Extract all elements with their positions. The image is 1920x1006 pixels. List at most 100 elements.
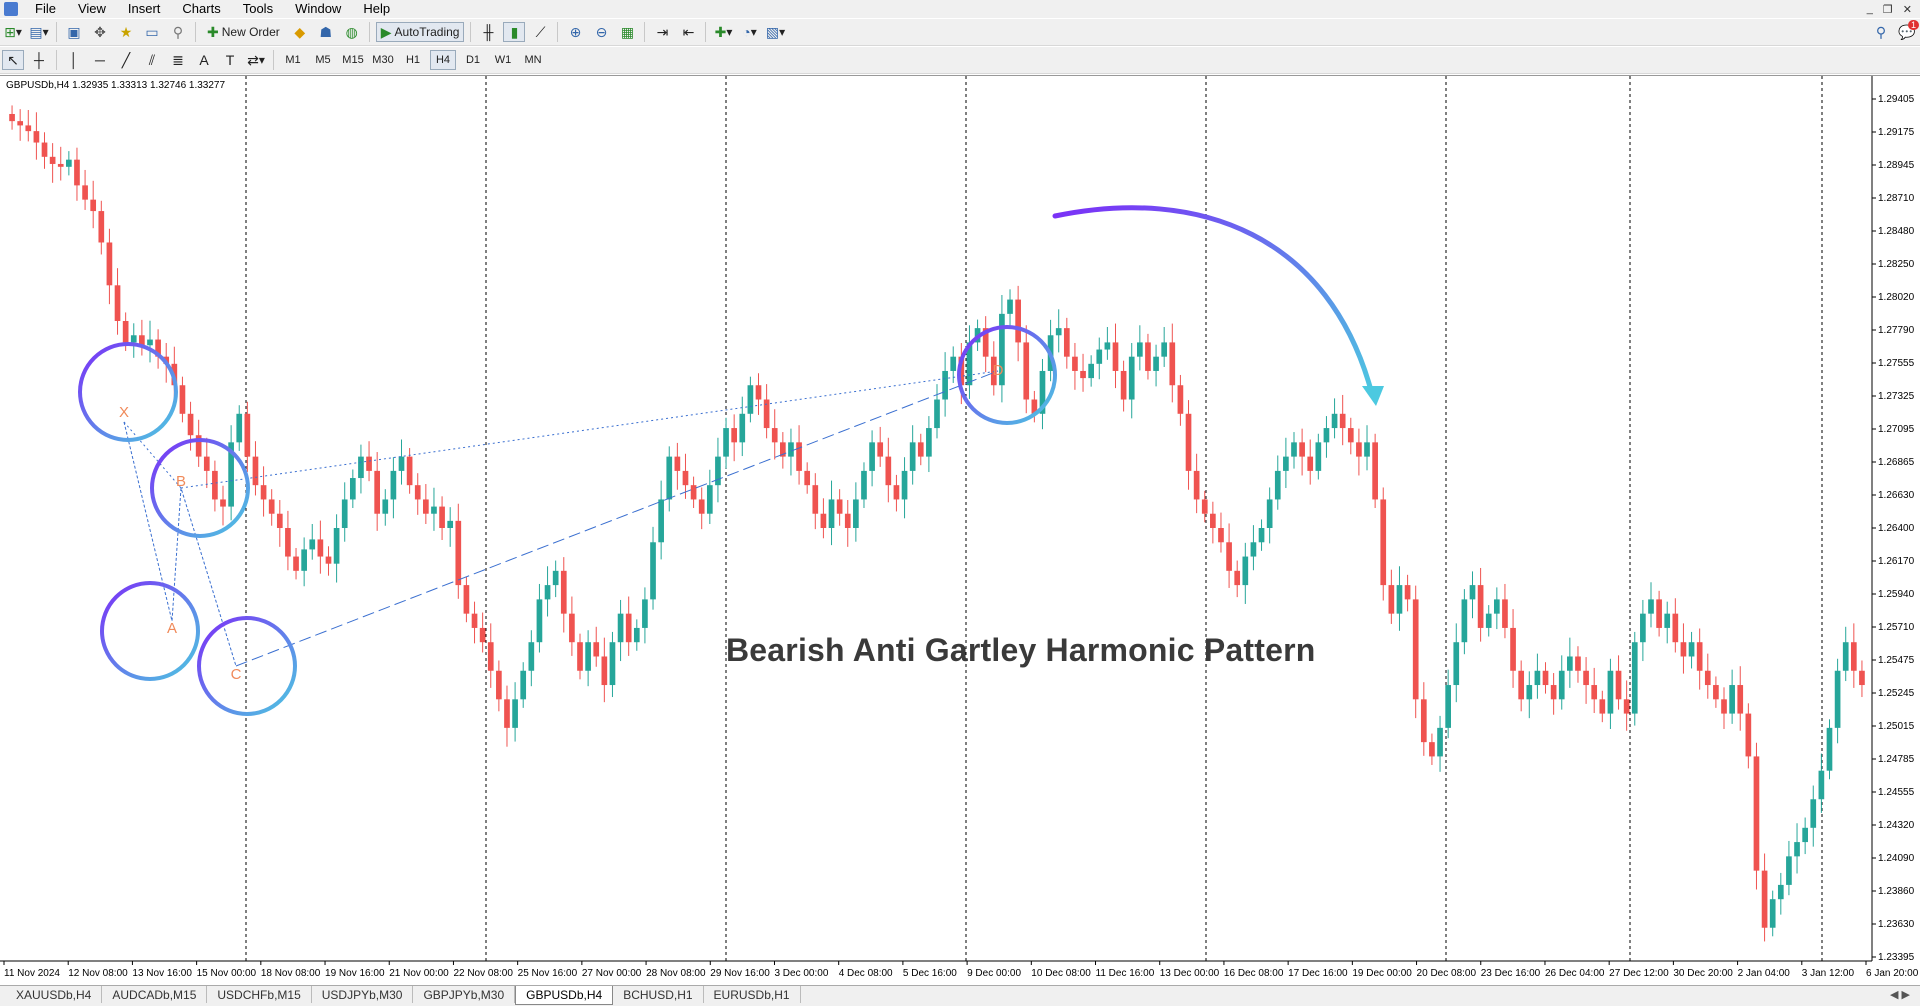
arrows-icon[interactable]: ⇄ ▾	[245, 50, 267, 70]
periods-icon[interactable]: ◔ ▾	[738, 22, 760, 42]
tab-scroll-arrows[interactable]: ◀ ▶	[1890, 988, 1910, 1001]
timeframe-m5[interactable]: M5	[310, 50, 336, 70]
tab-audcadb-m15[interactable]: AUDCADb,M15	[102, 986, 208, 1003]
candle-body	[1364, 442, 1370, 457]
candle-body	[1055, 328, 1062, 336]
timeframe-mn[interactable]: MN	[520, 50, 546, 70]
candle-body	[1404, 585, 1411, 600]
price-tick-label: 1.24785	[1878, 754, 1915, 765]
indicators-icon[interactable]: ✚ ▾	[712, 22, 734, 42]
candle-body	[585, 642, 591, 671]
candle-body	[706, 485, 713, 514]
candle-body	[439, 506, 445, 528]
timeframe-m30[interactable]: M30	[370, 50, 396, 70]
search-icon[interactable]: ⚲	[1870, 22, 1892, 42]
candle-body	[1769, 899, 1776, 928]
new-chart-icon[interactable]: ⊞ ▾	[2, 22, 24, 42]
time-tick-label: 2 Jan 04:00	[1738, 968, 1791, 979]
templates-icon[interactable]: ▧ ▾	[764, 22, 786, 42]
candle-body	[414, 485, 421, 500]
zoom-in-icon[interactable]: ⊕	[564, 22, 586, 42]
horizontal-line-icon[interactable]: ─	[89, 50, 111, 70]
signals-icon[interactable]: ☗	[315, 22, 337, 42]
notifications-icon[interactable]: 💬 1	[1896, 20, 1919, 42]
candle-body	[577, 642, 583, 671]
candle-body	[463, 585, 470, 614]
tab-bchusd-h1[interactable]: BCHUSD,H1	[613, 986, 704, 1003]
tab-usdchfb-m15[interactable]: USDCHFb,M15	[207, 986, 312, 1003]
time-tick-label: 12 Nov 08:00	[68, 968, 128, 979]
time-tick-label: 13 Dec 00:00	[1160, 968, 1220, 979]
timeframe-h1[interactable]: H1	[400, 50, 426, 70]
trendline-icon[interactable]: ╱	[115, 50, 137, 70]
menu-tools[interactable]: Tools	[232, 0, 284, 18]
time-tick-label: 27 Nov 00:00	[582, 968, 642, 979]
pattern-cd-line	[235, 370, 999, 667]
candle-body	[1680, 642, 1687, 657]
candle-body	[788, 442, 794, 457]
chart-window[interactable]: 1.29405 1.29175 1.28945 1.28710 1.28480 1.282…	[0, 75, 1920, 986]
candle-body	[1396, 585, 1403, 614]
cursor-icon[interactable]: ↖	[2, 50, 24, 70]
timeframe-d1[interactable]: D1	[460, 50, 486, 70]
terminal-icon[interactable]: ▭	[141, 22, 163, 42]
price-tick-label: 1.28945	[1878, 160, 1915, 171]
timeframe-h4[interactable]: H4	[430, 50, 456, 70]
candle-body	[1136, 342, 1143, 357]
timeframe-m1[interactable]: M1	[280, 50, 306, 70]
close-icon[interactable]: ✕	[1903, 3, 1912, 16]
time-tick-label: 27 Dec 12:00	[1609, 968, 1669, 979]
price-tick-label: 1.25015	[1878, 721, 1915, 732]
menu-bar: File View Insert Charts Tools Window Hel…	[0, 0, 1920, 18]
strategy-tester-icon[interactable]: ⚲	[167, 22, 189, 42]
profiles-icon[interactable]: ▤ ▾	[28, 22, 50, 42]
menu-insert[interactable]: Insert	[117, 0, 172, 18]
pattern-label-c: C	[231, 666, 242, 683]
pattern-circle-a	[100, 581, 200, 681]
bar-chart-icon[interactable]: ╫	[477, 22, 499, 42]
pattern-circle-x	[78, 342, 178, 442]
menu-charts[interactable]: Charts	[171, 0, 231, 18]
menu-window[interactable]: Window	[284, 0, 352, 18]
crosshair-icon[interactable]: ┼	[28, 50, 50, 70]
candle-body	[82, 185, 88, 200]
line-chart-icon[interactable]: ⟋	[529, 22, 551, 42]
menu-file[interactable]: File	[24, 0, 67, 18]
candle-body	[1664, 613, 1671, 628]
candle-body	[268, 499, 275, 514]
symbol-header: GBPUSDb,H4 1.32935 1.33313 1.32746 1.332…	[6, 80, 226, 91]
candle-body	[934, 399, 940, 429]
autotrading-button[interactable]: ▶ AutoTrading	[375, 22, 465, 42]
candle-body	[25, 125, 32, 132]
tab-gbpusdb-h4[interactable]: GBPUSDb,H4	[515, 986, 614, 1005]
metaeditor-icon[interactable]: ◆	[289, 22, 311, 42]
text-icon[interactable]: A	[193, 50, 215, 70]
tab-xauusdb-h4[interactable]: XAUUSDb,H4	[6, 986, 103, 1003]
chart-shift-icon[interactable]: ⇤	[677, 22, 699, 42]
tab-usdjpyb-m30[interactable]: USDJPYb,M30	[312, 986, 414, 1003]
channel-icon[interactable]: ⫽	[141, 50, 163, 70]
restore-icon[interactable]: ❐	[1883, 3, 1893, 16]
community-icon[interactable]: ◍	[341, 22, 363, 42]
tab-gbpjpyb-m30[interactable]: GBPJPYb,M30	[413, 986, 516, 1003]
tile-windows-icon[interactable]: ▦	[616, 22, 638, 42]
autoscroll-icon[interactable]: ⇥	[651, 22, 673, 42]
candle-body	[1372, 442, 1378, 500]
minimize-icon[interactable]: _	[1867, 3, 1873, 15]
data-window-icon[interactable]: ✥	[89, 22, 111, 42]
timeframe-m15[interactable]: M15	[340, 50, 366, 70]
candle-body	[885, 456, 892, 486]
candlestick-icon[interactable]: ▮	[503, 22, 526, 42]
timeframe-w1[interactable]: W1	[490, 50, 516, 70]
tab-eurusdb-h1[interactable]: EURUSDb,H1	[704, 986, 801, 1003]
menu-view[interactable]: View	[67, 0, 117, 18]
zoom-out-icon[interactable]: ⊖	[590, 22, 612, 42]
new-order-button[interactable]: ✚ New Order	[202, 22, 285, 42]
menu-help[interactable]: Help	[352, 0, 401, 18]
fibonacci-icon[interactable]: ≣	[167, 50, 189, 70]
price-chart[interactable]: 1.29405 1.29175 1.28945 1.28710 1.28480 1.282…	[0, 76, 1920, 986]
vertical-line-icon[interactable]: │	[63, 50, 85, 70]
label-icon[interactable]: T	[219, 50, 241, 70]
market-watch-icon[interactable]: ▣	[63, 22, 85, 42]
navigator-icon[interactable]: ★	[115, 22, 137, 42]
